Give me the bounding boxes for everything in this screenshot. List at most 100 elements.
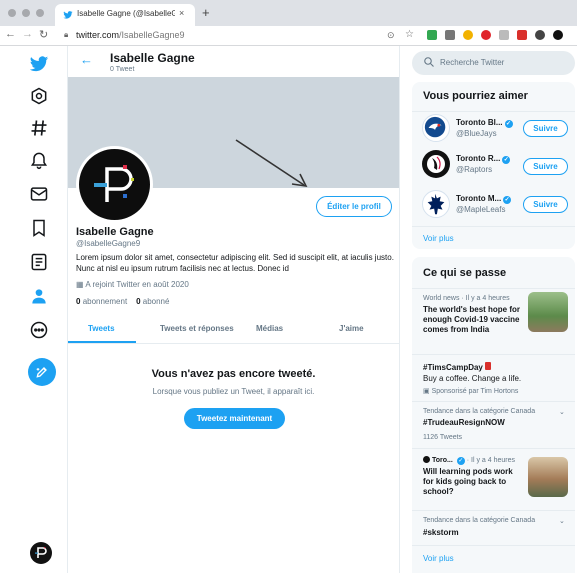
chevron-down-icon[interactable]: ⌄ <box>559 517 565 525</box>
suggestion-name[interactable]: Toronto Bl... ✓ <box>456 118 513 128</box>
trend-headline: The world's best hope for enough Covid-1… <box>423 305 521 334</box>
profile-follow-stats: 0 abonnement 0 abonné <box>76 297 169 306</box>
suggestion-handle: @Raptors <box>456 165 493 174</box>
bookmark-star-icon[interactable]: ☆ <box>405 29 414 40</box>
p-logo-icon <box>35 547 47 558</box>
divider <box>412 288 575 289</box>
extension-red-icon[interactable] <box>481 30 491 40</box>
compose-tweet-icon <box>36 367 47 378</box>
trend-meta: Toro... ✓ · Il y a 4 heures <box>423 456 515 465</box>
trend-promo-text: Sponsorisé par Tim Hortons <box>431 388 519 395</box>
tweet-now-button[interactable]: Tweetez maintenant <box>184 408 285 429</box>
extension-puzzle-icon[interactable] <box>535 30 545 40</box>
window-close-dot[interactable] <box>8 9 16 17</box>
notifications-icon[interactable] <box>29 150 49 170</box>
tab-likes[interactable]: J'aime <box>339 324 364 333</box>
new-tab-icon[interactable]: + <box>202 5 210 20</box>
reload-icon[interactable]: ↻ <box>39 28 48 41</box>
divider <box>412 401 575 402</box>
suggestions-title: Vous pourriez aimer <box>423 90 528 102</box>
address-bar[interactable]: 🔒︎ twitter.com/IsabelleGagne9 <box>60 28 372 44</box>
extension-yellow-icon[interactable] <box>463 30 473 40</box>
tab-tweets-and-replies[interactable]: Tweets et réponses <box>160 324 234 333</box>
bookmark-icon[interactable] <box>29 218 49 238</box>
profile-column: ← Isabelle Gagne 0 Tweet Éditer le profi… <box>67 46 400 573</box>
twitter-bird-icon[interactable] <box>29 54 49 74</box>
suggestion-name[interactable]: Toronto R... ✓ <box>456 154 511 164</box>
p-logo-icon <box>94 165 134 202</box>
twitter-favicon-icon <box>63 11 73 19</box>
following-label[interactable]: abonnement <box>83 297 127 306</box>
show-more-suggestions-link[interactable]: Voir plus <box>423 234 454 243</box>
followers-count[interactable]: 0 <box>136 297 140 306</box>
edit-profile-button[interactable]: Éditer le profil <box>316 196 392 217</box>
window-zoom-dot[interactable] <box>36 9 44 17</box>
back-arrow-icon[interactable]: ← <box>80 52 93 67</box>
mapleleafs-logo-icon[interactable] <box>422 190 450 218</box>
extension-green-icon[interactable] <box>427 30 437 40</box>
profile-handle: @IsabelleGagne9 <box>76 239 141 248</box>
app-window: Isabelle Gagne (@IsabelleGagn × + ← → ↻ … <box>0 0 577 573</box>
lock-icon: 🔒︎ <box>64 30 69 39</box>
browser-tab-bar: Isabelle Gagne (@IsabelleGagn × + <box>0 0 577 26</box>
divider <box>412 448 575 449</box>
search-input[interactable]: Recherche Twitter <box>412 51 575 75</box>
browser-tab[interactable]: Isabelle Gagne (@IsabelleGagn × <box>55 4 195 26</box>
divider <box>412 111 575 112</box>
extension-gmail-icon[interactable] <box>517 30 527 40</box>
hashtag-icon[interactable] <box>29 118 49 138</box>
trend-headline: Will learning pods work for kids going b… <box>423 467 513 496</box>
avatar-logo <box>79 149 150 220</box>
tims-emoji-icon <box>485 362 492 370</box>
trends-title: Ce qui se passe <box>423 267 507 279</box>
tab-tweets[interactable]: Tweets <box>88 324 115 333</box>
lists-icon[interactable] <box>29 252 49 272</box>
divider <box>412 354 575 355</box>
chevron-down-icon[interactable]: ⌄ <box>559 408 565 416</box>
extension-np-icon[interactable] <box>499 30 509 40</box>
follow-button[interactable]: Suivre <box>523 120 568 137</box>
trend-headline: #TrudeauResignNOW <box>423 418 505 427</box>
back-arrow-icon[interactable]: ← <box>5 28 16 40</box>
trend-meta: World news · Il y a 4 heures <box>423 295 510 302</box>
suggestion-name[interactable]: Toronto M... ✓ <box>456 194 512 204</box>
messages-icon[interactable] <box>29 184 49 204</box>
profile-joined-date: ▦ A rejoint Twitter en août 2020 <box>76 280 189 289</box>
account-avatar[interactable] <box>30 542 52 564</box>
follow-button[interactable]: Suivre <box>523 158 568 175</box>
raptors-logo-icon[interactable] <box>422 150 450 178</box>
extension-gray-icon[interactable] <box>445 30 455 40</box>
browser-profile-icon[interactable] <box>553 30 563 40</box>
explore-icon[interactable] <box>29 86 49 106</box>
window-minimize-dot[interactable] <box>22 9 30 17</box>
trend-time: · Il y a 4 heures <box>466 457 515 464</box>
trend-thumbnail <box>528 457 568 497</box>
verified-badge-icon: ✓ <box>503 196 512 204</box>
more-icon[interactable] <box>29 320 49 340</box>
profile-tabs: Tweets Tweets et réponses Médias J'aime <box>68 314 399 344</box>
tab-close-icon[interactable]: × <box>179 8 184 18</box>
show-more-trends-link[interactable]: Voir plus <box>423 554 454 563</box>
url-path: /IsabelleGagne9 <box>119 30 185 40</box>
site-settings-icon[interactable]: ⊙ <box>387 30 395 41</box>
profile-avatar[interactable] <box>76 146 153 223</box>
header-tweet-count: 0 Tweet <box>110 66 135 73</box>
following-count[interactable]: 0 <box>76 297 80 306</box>
profile-name: Isabelle Gagne <box>76 226 154 238</box>
followers-label[interactable]: abonné <box>143 297 170 306</box>
empty-state-subtitle: Lorsque vous publiez un Tweet, il appara… <box>152 387 315 396</box>
annotation-arrow-icon <box>235 139 308 188</box>
address-url: twitter.com/IsabelleGagne9 <box>76 30 185 40</box>
forward-arrow-icon[interactable]: → <box>22 28 33 40</box>
bluejays-logo-icon[interactable] <box>422 114 450 142</box>
trend-meta: Tendance dans la catégorie Canada <box>423 517 536 524</box>
suggestions-panel: Vous pourriez aimer Toronto Bl... ✓ @Blue… <box>412 82 575 249</box>
compose-tweet-button[interactable] <box>28 358 56 386</box>
trend-hashtag: #TimsCampDay <box>423 363 483 372</box>
trend-headline: #TimsCampDay <box>423 362 492 373</box>
profile-icon[interactable] <box>29 286 49 306</box>
profile-bio: Lorem ipsum dolor sit amet, consectetur … <box>76 253 394 273</box>
tab-media[interactable]: Médias <box>256 324 283 333</box>
follow-button[interactable]: Suivre <box>523 196 568 213</box>
empty-state-title: Vous n'avez pas encore tweeté. <box>151 368 316 380</box>
